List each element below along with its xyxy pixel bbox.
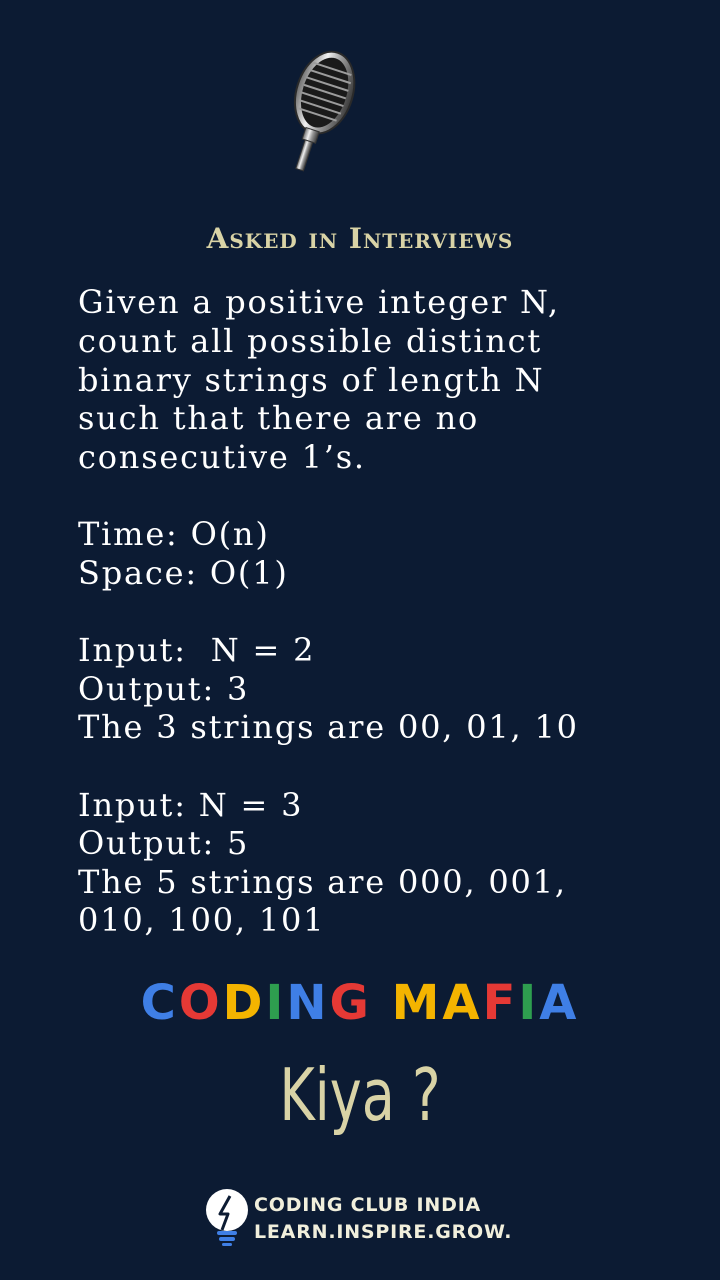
example-output: Output: 5 [78,824,250,862]
example-explanation: 010, 100, 101 [78,901,326,939]
space-complexity: Space: O(1) [78,554,289,592]
footer-logo: CODING CLUB INDIA LEARN.INSPIRE.GROW. [204,1188,524,1248]
microphone-icon [294,50,356,172]
brand-letter: I [518,975,540,1031]
statement-line: binary strings of length N [78,361,545,399]
statement-line: Given a positive integer N, [78,283,560,321]
example-explanation: The 3 strings are 00, 01, 10 [78,708,579,746]
brand-letter: F [482,975,519,1031]
statement-line: count all possible distinct [78,322,543,360]
brand-letter [372,975,392,1031]
brand-letter: O [178,975,223,1031]
statement-line: such that there are no [78,399,480,437]
footer-title: CODING CLUB INDIA [254,1194,482,1216]
brand-letter: A [442,975,483,1031]
brand-letter: G [329,975,372,1031]
time-complexity: Time: O(n) [78,515,270,553]
statement-line: consecutive 1’s. [78,438,366,476]
brand-letter: A [539,975,580,1031]
brand-letter: D [222,975,266,1031]
example-output: Output: 3 [78,670,250,708]
section-heading: Asked in Interviews [206,222,514,255]
footer-slogan: LEARN.INSPIRE.GROW. [254,1221,513,1243]
brand-letter: C [140,975,179,1031]
example-explanation: The 5 strings are 000, 001, [78,863,567,901]
tagline: Kiya ? [279,1053,441,1137]
brand-letter: I [265,975,287,1031]
brand-letter: M [391,975,443,1031]
brand-title: CODING MAFIA [0,975,720,1031]
example-input: Input: N = 3 [78,786,304,824]
example-input: Input: N = 2 [78,631,316,669]
brand-letter: N [286,975,330,1031]
lightbulb-icon [206,1189,248,1246]
